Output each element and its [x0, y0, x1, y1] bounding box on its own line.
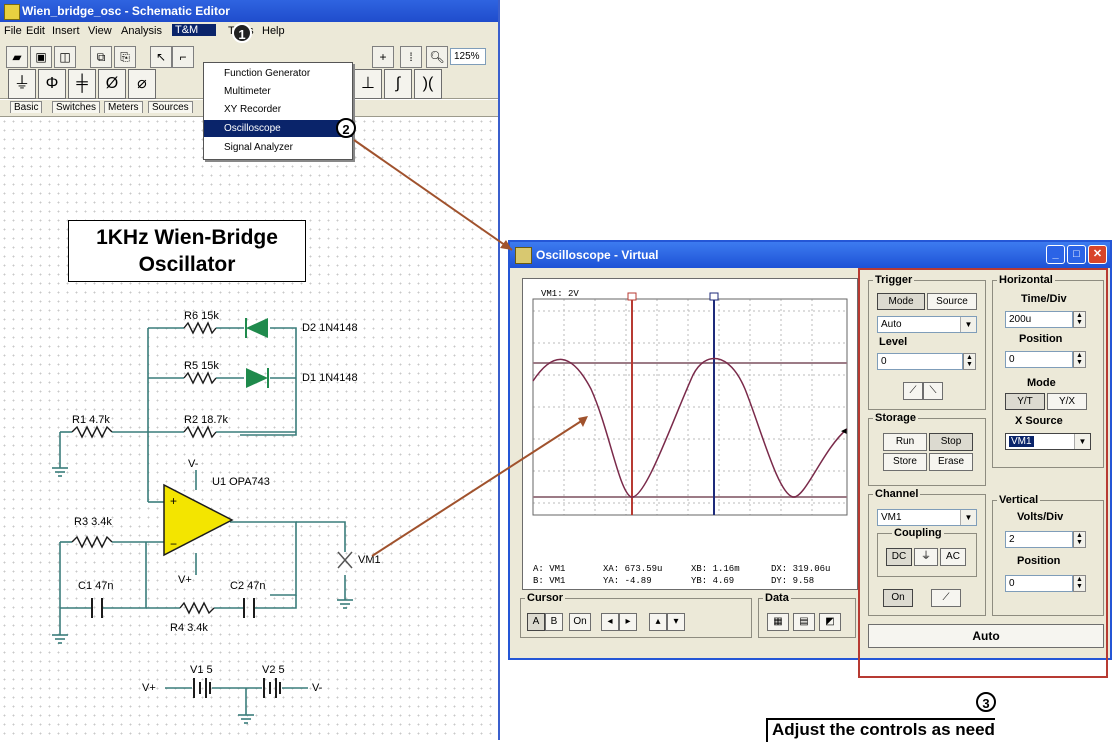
arrow-menu-to-scope	[353, 139, 513, 251]
arrow-vm1-to-waveform	[371, 417, 587, 557]
caption-text: Adjust the controls as need	[766, 718, 995, 742]
annotation-arrows	[353, 139, 588, 557]
